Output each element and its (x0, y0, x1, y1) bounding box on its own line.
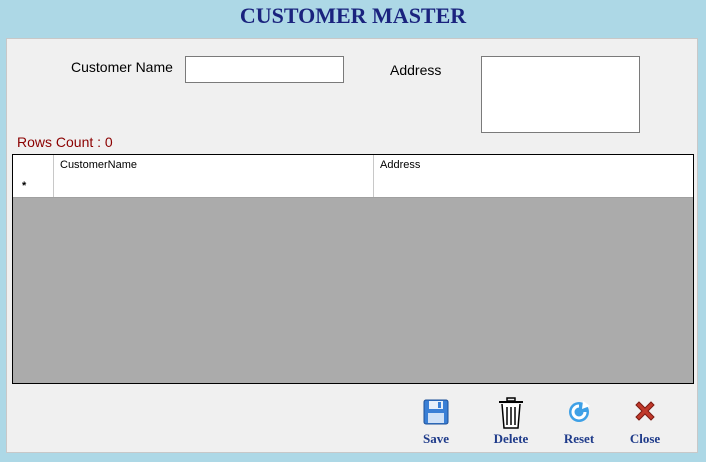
address-label: Address (390, 62, 442, 78)
address-input[interactable] (481, 56, 640, 133)
column-header-address[interactable]: Address (374, 155, 693, 176)
close-label: Close (629, 431, 661, 446)
customer-grid[interactable]: CustomerName Address * (12, 154, 694, 384)
save-label: Save (423, 431, 449, 446)
row-header-corner[interactable] (13, 155, 54, 176)
floppy-disk-icon (423, 399, 449, 425)
new-row-address-cell[interactable] (374, 176, 693, 197)
grid-header-row: CustomerName Address (13, 155, 693, 177)
delete-button[interactable]: Delete (483, 397, 539, 449)
close-button[interactable]: Close (617, 397, 673, 449)
reset-button[interactable]: Reset (551, 397, 607, 449)
rows-count-label: Rows Count : 0 (17, 134, 113, 150)
save-button[interactable]: Save (408, 397, 464, 449)
column-header-customername[interactable]: CustomerName (54, 155, 374, 176)
new-row-customername-cell[interactable] (54, 176, 374, 197)
trash-icon (499, 397, 523, 429)
customer-form-panel: Customer Name Address Rows Count : 0 Cus… (6, 38, 698, 453)
customer-name-input[interactable] (185, 56, 344, 83)
window-title: CUSTOMER MASTER (239, 3, 467, 28)
new-row-marker: * (13, 176, 54, 197)
close-icon (635, 401, 655, 421)
refresh-icon (569, 401, 590, 422)
delete-label: Delete (493, 431, 529, 446)
reset-label: Reset (563, 431, 595, 446)
customer-name-label: Customer Name (71, 59, 173, 75)
grid-new-row[interactable]: * (13, 176, 693, 198)
